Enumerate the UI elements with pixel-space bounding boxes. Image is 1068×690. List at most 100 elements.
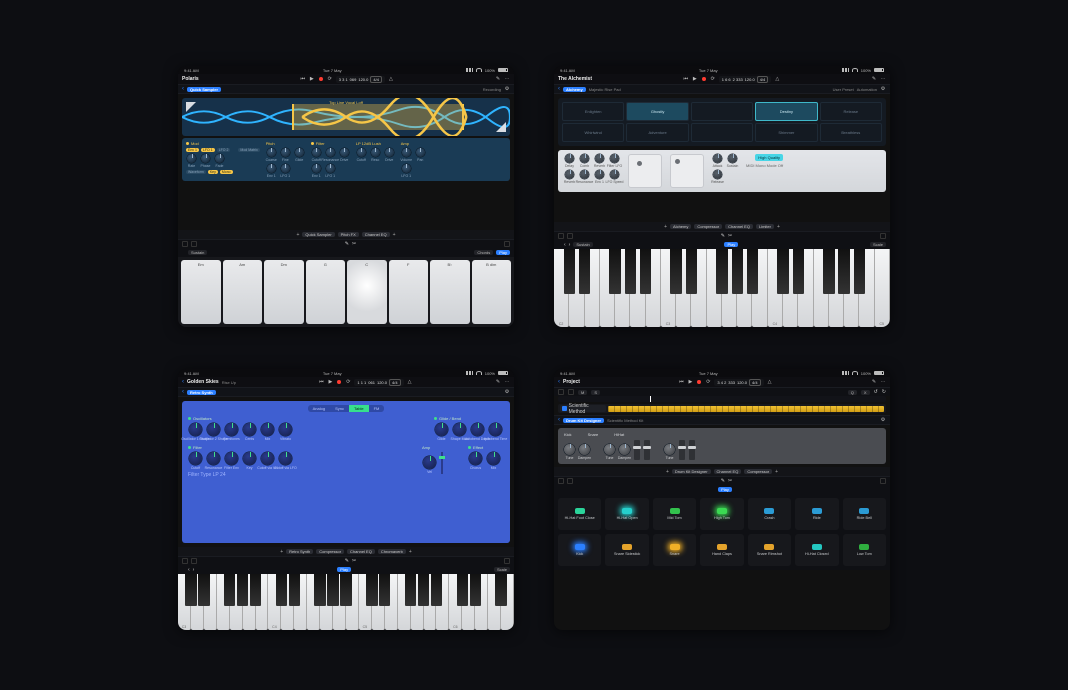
black-key[interactable] — [379, 574, 390, 606]
black-key[interactable] — [670, 249, 681, 294]
cycle-button[interactable]: ⟳ — [327, 76, 333, 82]
scale-button[interactable]: Scale — [870, 242, 886, 247]
drum-pad[interactable]: Snare Sidestick — [605, 534, 648, 566]
black-key[interactable] — [747, 249, 758, 294]
retro-tab[interactable]: Table — [349, 405, 369, 412]
retro-tab[interactable]: Sync — [330, 405, 349, 412]
snapshot-slot[interactable] — [691, 102, 753, 121]
rewind-button[interactable]: ⏮ — [683, 76, 689, 82]
gear-icon[interactable]: ⚙ — [504, 86, 510, 92]
filter-knob-drive[interactable]: Drive — [339, 148, 350, 162]
play-button[interactable]: ▶ — [692, 76, 698, 82]
waveform-display[interactable]: Top Line Vocal Loff — [182, 98, 510, 136]
mod-knob-fade[interactable]: Fade — [214, 154, 225, 168]
chord-pad[interactable]: G — [306, 260, 346, 324]
black-key[interactable] — [340, 574, 351, 606]
sample-selection[interactable] — [292, 104, 464, 130]
black-key[interactable] — [250, 574, 261, 606]
edit-icon[interactable]: ✎ — [495, 76, 501, 82]
chord-pad[interactable]: B♭ — [430, 260, 470, 324]
drum-pad[interactable]: Hi-Hat Foot Close — [558, 498, 601, 530]
add-plugin-right[interactable]: + — [393, 232, 396, 238]
white-key[interactable]: C5 — [875, 249, 890, 327]
black-key[interactable] — [609, 249, 620, 294]
back-icon[interactable]: ‹ — [182, 86, 184, 92]
kick-tab[interactable]: Kick — [564, 432, 572, 437]
chain-chip[interactable]: Pitch FX — [338, 232, 359, 237]
mod-knob-rate[interactable]: Rate — [186, 154, 197, 168]
osc-knob-6[interactable]: Vibrato — [278, 423, 293, 441]
keyboard[interactable]: C2C3C4C5 — [554, 249, 890, 327]
project-name[interactable]: Polaris — [182, 76, 199, 82]
chord-pad[interactable]: B dim — [472, 260, 512, 324]
drum-pad[interactable]: Hi-Hat Open — [605, 498, 648, 530]
black-key[interactable] — [495, 574, 506, 606]
drum-pad[interactable]: Mid Tom — [653, 498, 696, 530]
retro-tab[interactable]: Analog — [308, 405, 330, 412]
black-key[interactable] — [198, 574, 209, 606]
hihat-tab[interactable]: HiHat — [614, 432, 624, 437]
black-key[interactable] — [579, 249, 590, 294]
black-key[interactable] — [327, 574, 338, 606]
drum-pad[interactable]: Crash — [748, 498, 791, 530]
drum-pad[interactable]: High Tom — [700, 498, 743, 530]
al-knob-comb[interactable]: Comb — [579, 154, 590, 168]
black-key[interactable] — [686, 249, 697, 294]
record-button[interactable] — [318, 76, 324, 82]
black-key[interactable] — [777, 249, 788, 294]
drum-pad[interactable]: Hand Claps — [700, 534, 743, 566]
al-knob-release[interactable]: Release — [712, 170, 723, 184]
transport-lcd[interactable]: 3 3 1069120.0 4/4 — [336, 76, 385, 83]
mod-key[interactable]: Key — [208, 170, 218, 174]
retro-tab[interactable]: FM — [369, 405, 385, 412]
mod-tag-env1[interactable]: Env 1 — [186, 148, 199, 152]
playhead[interactable] — [650, 396, 651, 402]
ftype-knob-3[interactable]: Drive — [384, 148, 395, 162]
chain-chip[interactable]: Alchemy — [670, 224, 691, 229]
chords-button[interactable]: Chords — [474, 250, 493, 255]
sustain-button[interactable]: Sustain — [188, 250, 207, 255]
hihat-fader-1[interactable] — [679, 440, 685, 460]
play-button[interactable]: ▶ — [309, 76, 315, 82]
ftype-knob-1[interactable]: Cutoff — [356, 148, 367, 162]
drum-pad[interactable]: Low Tom — [843, 534, 886, 566]
project-name[interactable]: Golden Skies — [187, 379, 219, 385]
black-key[interactable] — [732, 249, 743, 294]
mod-tag-lfo2[interactable]: LFO 2 — [217, 148, 231, 152]
osc-knob-3[interactable]: Semitones — [224, 423, 239, 441]
black-key[interactable] — [823, 249, 834, 294]
snapshot-slot[interactable]: Ghostly — [626, 102, 688, 121]
filter-knob-cutoff[interactable]: Cutoff — [311, 148, 322, 162]
al-knob-lfo[interactable]: Filter LFO — [609, 154, 620, 168]
snare-fader-2[interactable] — [644, 440, 650, 460]
pitch-knob-fine[interactable]: Fine — [280, 148, 291, 162]
view-list-button[interactable] — [191, 241, 197, 247]
al-knob-reverb[interactable]: Reverb — [594, 154, 605, 168]
keyboard[interactable]: C3C4C5C6 — [178, 574, 514, 630]
chord-pad[interactable]: F — [389, 260, 429, 324]
chain-chip[interactable]: Limiter — [756, 224, 774, 229]
black-key[interactable] — [289, 574, 300, 606]
xy-pad-2[interactable] — [670, 154, 704, 188]
al-knob-r4[interactable]: LFO Speed — [609, 170, 620, 184]
preset-name[interactable]: Majestic Rise Pad — [589, 87, 621, 92]
black-key[interactable] — [185, 574, 196, 606]
osc-knob-2[interactable]: Oscillator 2 Shape — [206, 423, 221, 441]
osc-knob-4[interactable]: Cents — [242, 423, 257, 441]
mod-tag-lfo1[interactable]: LFO 1 — [201, 148, 215, 152]
plugin-chip[interactable]: Quick Sampler — [187, 87, 221, 92]
black-key[interactable] — [366, 574, 377, 606]
black-key[interactable] — [224, 574, 235, 606]
mod-mono[interactable]: Mono — [220, 170, 233, 174]
drum-pad[interactable]: Hi-Hat Closed — [795, 534, 838, 566]
black-key[interactable] — [470, 574, 481, 606]
al-knob-delay[interactable]: Delay — [564, 154, 575, 168]
track-lane[interactable]: Scientific Method — [558, 404, 886, 413]
gear-icon[interactable]: ⚙ — [880, 86, 886, 92]
project-name[interactable]: The Alchemist — [558, 76, 592, 82]
sustain-button[interactable]: Sustain — [573, 242, 592, 247]
timeline-ruler[interactable] — [558, 396, 886, 402]
transport-lcd[interactable]: 1 6 62 333120.04/4 — [719, 76, 772, 83]
gear-icon[interactable]: ⚙ — [504, 389, 510, 395]
filter-knob-reso[interactable]: Resonance — [325, 148, 336, 162]
